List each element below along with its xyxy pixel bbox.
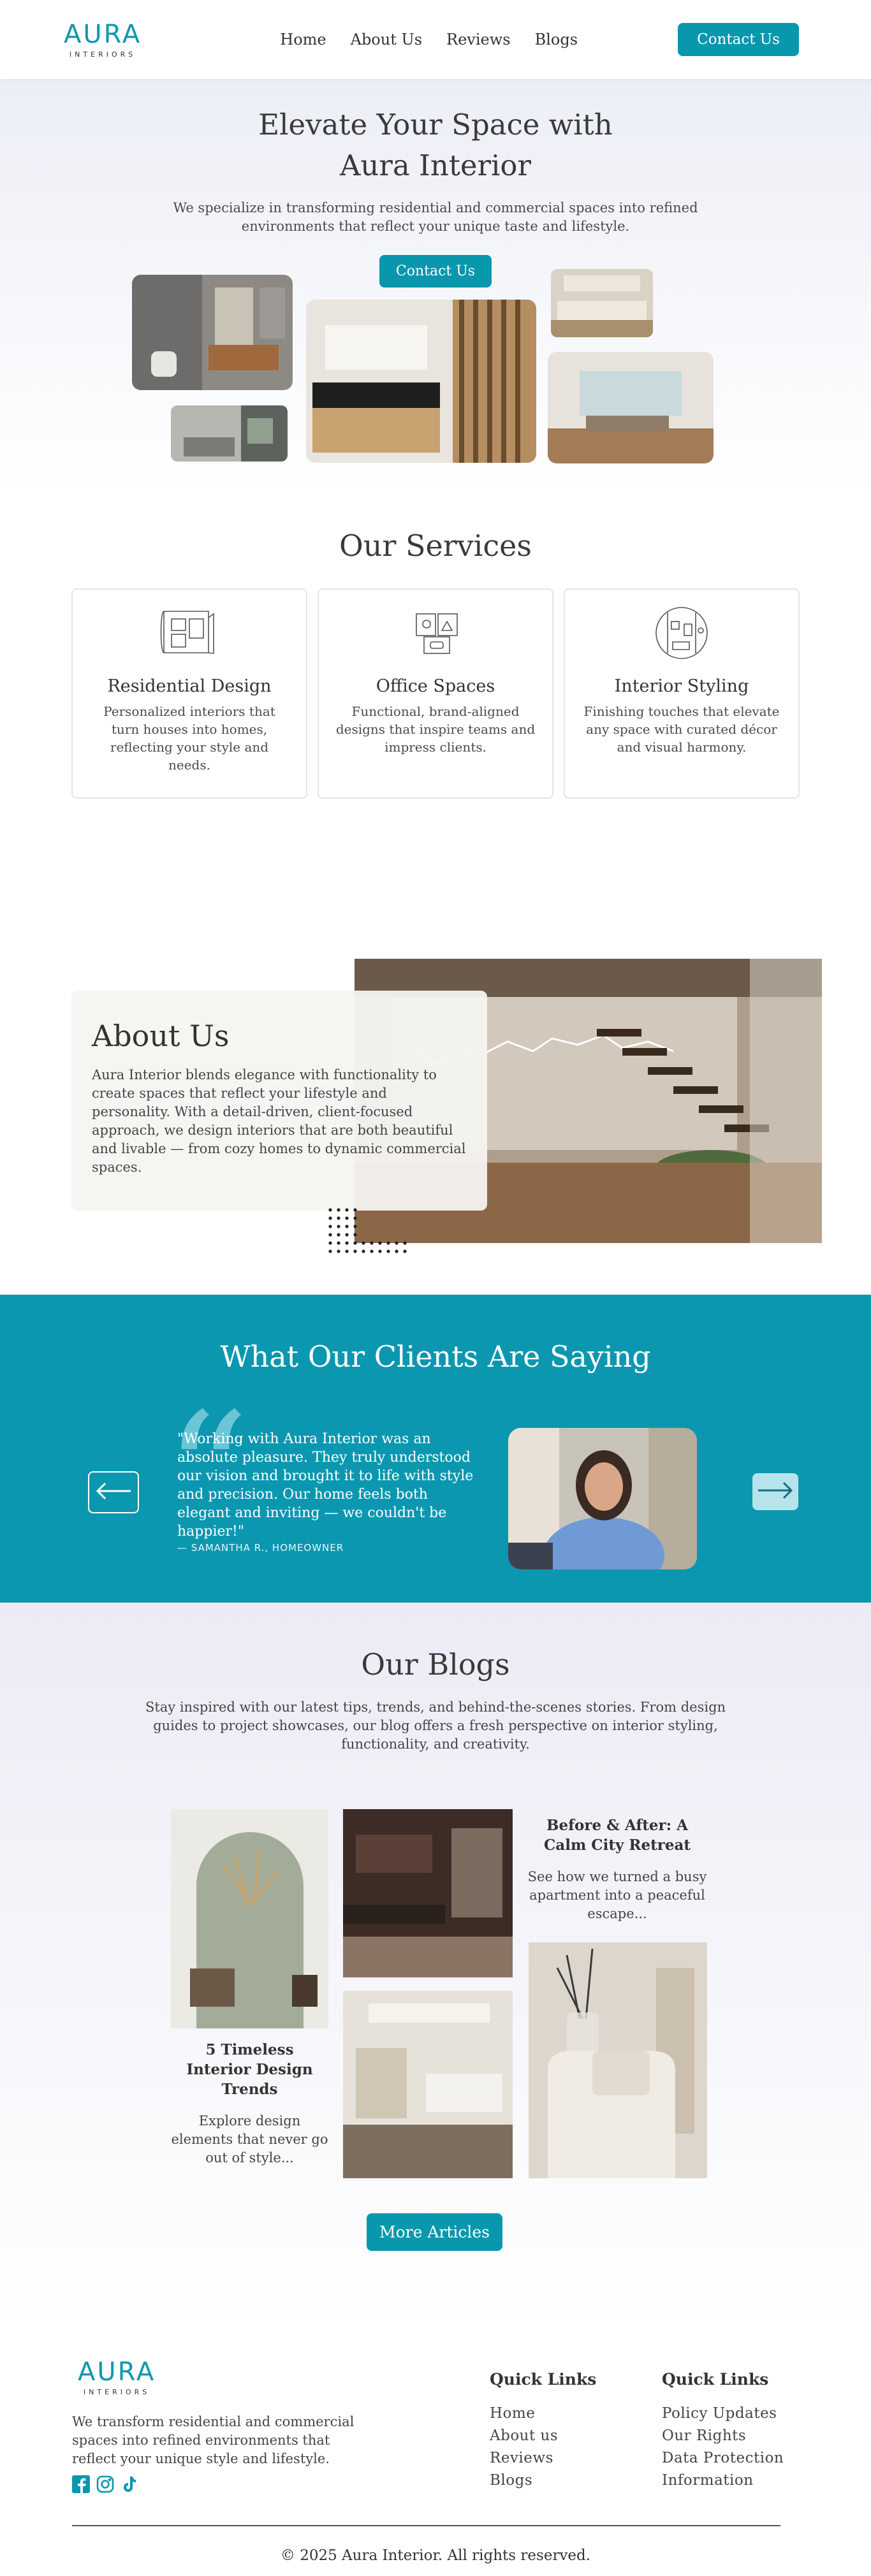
logo-wordmark: AURA: [64, 19, 142, 49]
blog-post-1-excerpt: Explore design elements that never go ou…: [171, 2113, 328, 2165]
nav-contact-button[interactable]: Contact Us: [678, 23, 799, 56]
arrow-left-icon: [95, 1481, 132, 1503]
footer-col-policy-links: Quick Links Policy Updates Our Rights Da…: [662, 2370, 784, 2494]
blog-photo-bedroom[interactable]: [343, 1991, 513, 2178]
about-text: Aura Interior blends elegance with funct…: [92, 1067, 466, 1175]
logo-tagline: INTERIORS: [69, 50, 136, 59]
client-photo: [508, 1428, 697, 1569]
nav-link-blogs[interactable]: Blogs: [535, 31, 578, 48]
blog-post-1-title: 5 Timeless Interior Design Trends: [186, 2041, 313, 2098]
hero-title-line2: Aura Interior: [339, 149, 532, 182]
blog-post-1[interactable]: 5 Timeless Interior Design Trends Explor…: [171, 2040, 328, 2167]
footer-link-policy-updates[interactable]: Policy Updates: [662, 2405, 784, 2422]
hero-title: Elevate Your Space with Aura Interior: [0, 105, 871, 186]
about-text-box: About Us Aura Interior blends elegance w…: [71, 991, 487, 1211]
hero-contact-button[interactable]: Contact Us: [379, 255, 492, 287]
footer-logo-tagline: INTERIORS: [83, 2388, 150, 2396]
hero-photo-bathroom: [132, 275, 293, 390]
service-text-office: Functional, brand-aligned designs that i…: [335, 704, 536, 755]
blueprint-icon: [89, 605, 289, 662]
top-navigation: AURA INTERIORS Home About Us Reviews Blo…: [0, 0, 871, 79]
office-furniture-icon: [335, 605, 536, 662]
footer-tagline: We transform residential and commercial …: [72, 2414, 355, 2466]
tiktok-icon[interactable]: [121, 2475, 138, 2496]
footer: AURA INTERIORS We transform residential …: [0, 2334, 871, 2576]
hero-photo-kitchen: [551, 269, 653, 337]
about-section: About Us Aura Interior blends elegance w…: [0, 825, 871, 1295]
services-cards: Residential Design Personalized interior…: [0, 588, 871, 799]
styling-room-icon: [582, 605, 782, 662]
social-links: [72, 2475, 138, 2496]
hero-photo-openplan: [548, 352, 714, 463]
hero-photo-livingroom: [171, 405, 288, 462]
testimonial-author: — SAMANTHA R., HOMEOWNER: [177, 1542, 344, 1554]
blog-post-2-title: Before & After: A Calm City Retreat: [544, 1817, 691, 1854]
about-title: About Us: [92, 1019, 230, 1053]
nav-links: Home About Us Reviews Blogs: [280, 31, 578, 48]
services-title: Our Services: [339, 528, 532, 563]
more-articles-button[interactable]: More Articles: [367, 2213, 503, 2251]
hero-subtitle: We specialize in transforming residentia…: [173, 200, 698, 234]
footer-logo-wordmark: AURA: [78, 2357, 156, 2387]
previous-testimonial-button[interactable]: [88, 1471, 139, 1513]
footer-col-quick-links: Quick Links Home About us Reviews Blogs: [490, 2370, 596, 2494]
testimonial-quote: "Working with Aura Interior was an absol…: [177, 1431, 474, 1539]
blogs-section: Our Blogs Stay inspired with our latest …: [0, 1603, 871, 2334]
blog-photo-armchair[interactable]: [529, 1942, 707, 2178]
footer-divider: [72, 2525, 780, 2526]
footer-link-information[interactable]: Information: [662, 2472, 784, 2489]
blog-photo-kitchen[interactable]: [343, 1809, 513, 1977]
service-title-residential: Residential Design: [107, 676, 272, 696]
service-title-office: Office Spaces: [376, 676, 495, 696]
facebook-icon[interactable]: [72, 2475, 90, 2496]
service-card-office[interactable]: Office Spaces Functional, brand-aligned …: [318, 588, 553, 799]
instagram-icon[interactable]: [96, 2475, 114, 2496]
blog-post-2-excerpt: See how we turned a busy apartment into …: [527, 1869, 707, 1921]
footer-link-about[interactable]: About us: [490, 2427, 596, 2444]
blogs-intro: Stay inspired with our latest tips, tren…: [145, 1699, 726, 1752]
services-section: Our Services Residential Design Personal…: [0, 497, 871, 825]
hero-photo-vanity: [306, 300, 536, 463]
footer-link-home[interactable]: Home: [490, 2405, 596, 2422]
service-text-residential: Personalized interiors that turn houses …: [103, 704, 275, 773]
decorative-dot-grid: [326, 1206, 416, 1266]
nav-link-reviews[interactable]: Reviews: [446, 31, 511, 48]
blogs-title: Our Blogs: [361, 1647, 510, 1682]
next-testimonial-button[interactable]: [752, 1473, 798, 1510]
hero-section: Elevate Your Space with Aura Interior We…: [0, 79, 871, 497]
arrow-right-icon: [757, 1481, 794, 1503]
testimonials-section: What Our Clients Are Saying “ "Working w…: [0, 1295, 871, 1603]
blog-photo-arch[interactable]: [171, 1809, 328, 2028]
blog-post-2[interactable]: Before & After: A Calm City Retreat See …: [527, 1816, 708, 1923]
service-title-styling: Interior Styling: [614, 676, 749, 696]
hero-title-line1: Elevate Your Space with: [258, 108, 613, 142]
footer-link-our-rights[interactable]: Our Rights: [662, 2427, 784, 2444]
service-text-styling: Finishing touches that elevate any space…: [583, 704, 780, 755]
footer-col2-title: Quick Links: [662, 2370, 769, 2389]
nav-link-about[interactable]: About Us: [351, 31, 422, 48]
nav-link-home[interactable]: Home: [280, 31, 326, 48]
footer-col1-title: Quick Links: [490, 2370, 597, 2389]
brand-logo[interactable]: AURA INTERIORS: [64, 22, 142, 58]
footer-logo[interactable]: AURA INTERIORS: [78, 2359, 156, 2396]
footer-link-reviews[interactable]: Reviews: [490, 2450, 596, 2466]
service-card-styling[interactable]: Interior Styling Finishing touches that …: [564, 588, 800, 799]
footer-link-blogs[interactable]: Blogs: [490, 2472, 596, 2489]
footer-copyright: © 2025 Aura Interior. All rights reserve…: [280, 2547, 591, 2564]
testimonials-title: What Our Clients Are Saying: [220, 1339, 651, 1374]
service-card-residential[interactable]: Residential Design Personalized interior…: [71, 588, 307, 799]
footer-link-data-protection[interactable]: Data Protection: [662, 2450, 784, 2466]
